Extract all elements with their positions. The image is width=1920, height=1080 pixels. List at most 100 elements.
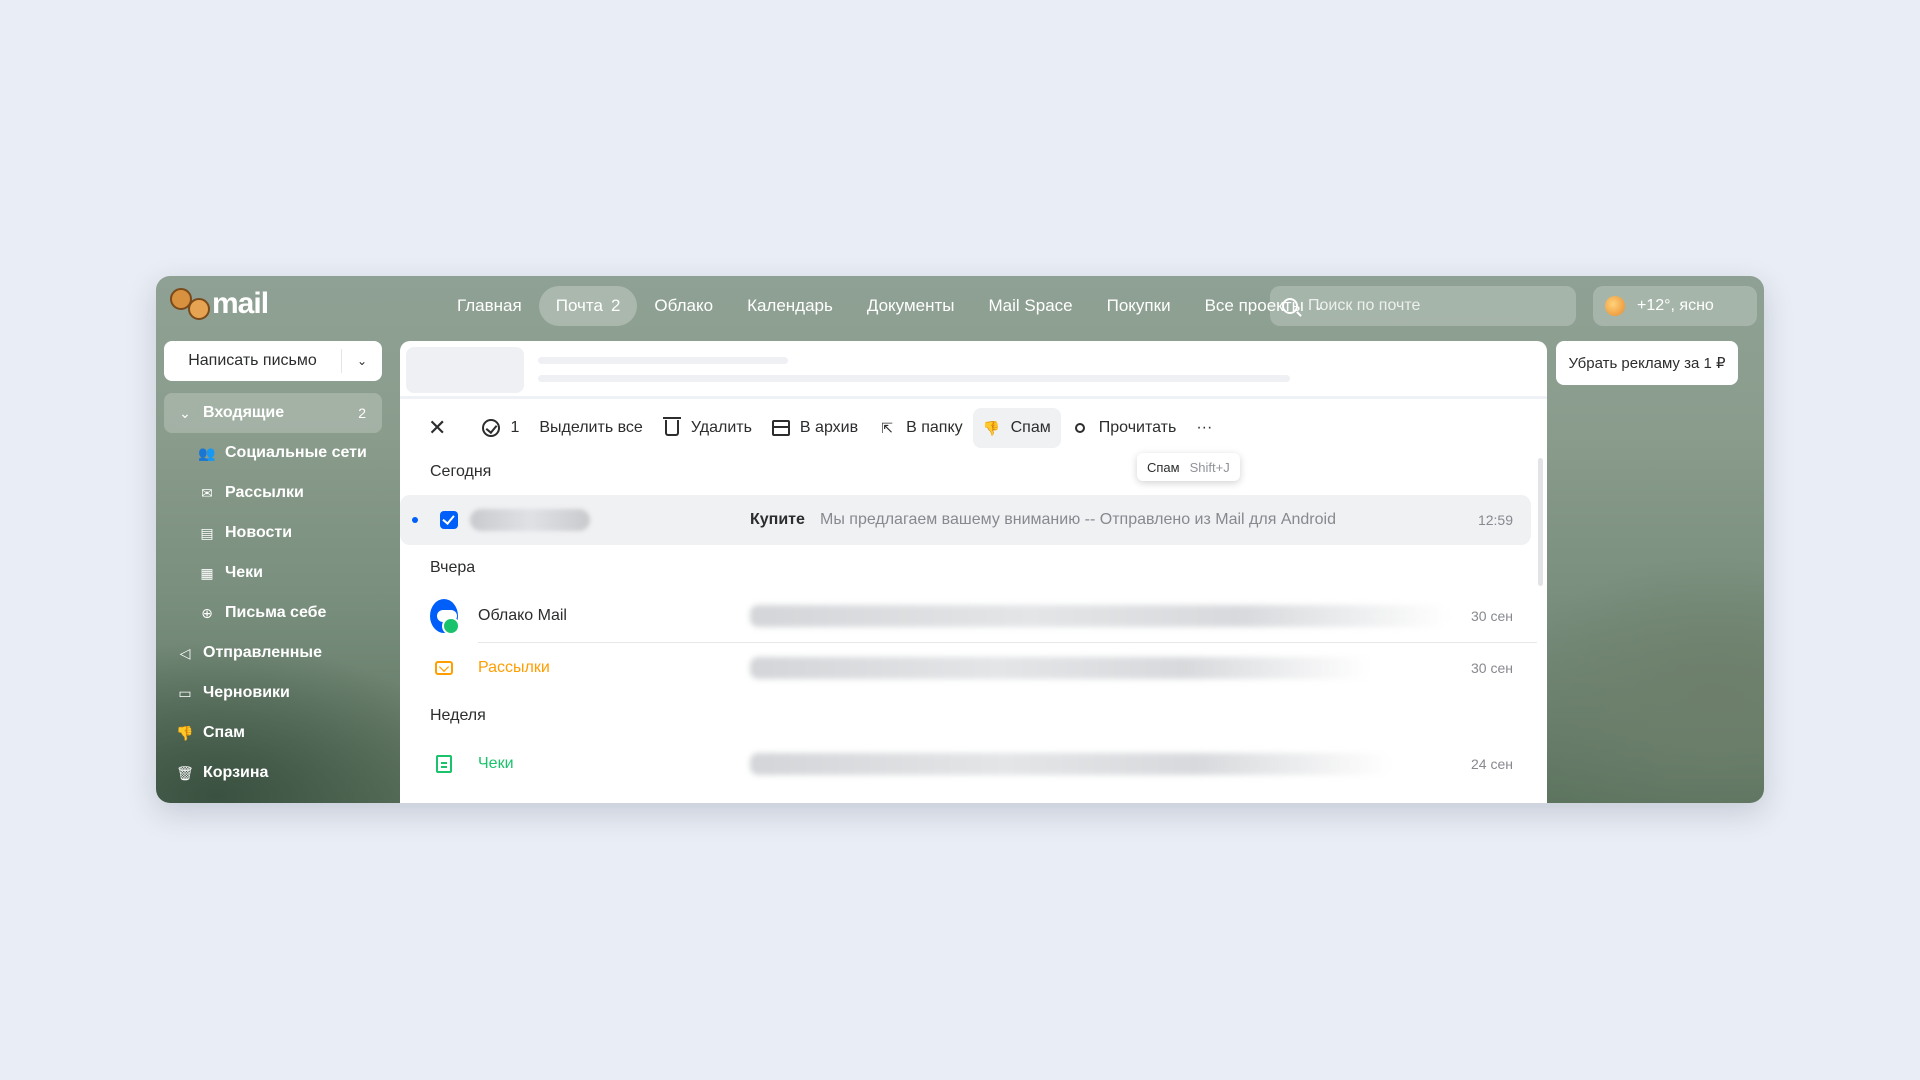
folder-label: Письма себе: [225, 604, 327, 621]
more-button[interactable]: ···: [1186, 408, 1222, 448]
move-to-folder-button[interactable]: ⇱ В папку: [868, 408, 973, 448]
folder-badge: 2: [358, 405, 366, 421]
ad-text-placeholder: [538, 357, 788, 364]
message-snippet-blurred: [750, 753, 1390, 775]
search-icon: [1282, 298, 1298, 314]
folder-label: Спам: [203, 724, 245, 741]
nav-label: Облако: [654, 296, 714, 315]
folder-inbox[interactable]: ⌄ Входящие 2: [164, 393, 382, 433]
folder-spam[interactable]: 👎 Спам: [164, 713, 382, 753]
folder-label: Рассылки: [225, 484, 304, 501]
button-label: В папку: [906, 419, 963, 436]
group-title-week: Неделя: [430, 707, 486, 724]
folder-label: Чеки: [225, 564, 263, 581]
button-label: Выделить все: [539, 419, 643, 436]
thumbs-down-icon: 👎: [982, 419, 1001, 436]
message-checkbox[interactable]: [440, 511, 458, 529]
message-list-panel: ✕ 1 Выделить все Удалить В архив ⇱ В пап…: [400, 341, 1547, 803]
folder-label: Черновики: [203, 684, 290, 701]
thumbs-down-icon: 👎: [176, 724, 194, 741]
message-sender: Чеки: [478, 755, 514, 772]
message-subject: Купите: [750, 511, 805, 528]
nav-documents[interactable]: Документы: [850, 286, 972, 326]
nav-mail-space[interactable]: Mail Space: [972, 286, 1090, 326]
message-row[interactable]: Чеки 24 сен: [400, 739, 1531, 789]
close-icon[interactable]: ✕: [428, 415, 456, 441]
spam-button[interactable]: 👎 Спам: [972, 408, 1061, 448]
message-row[interactable]: Рассылки 30 сен: [400, 643, 1531, 693]
group-title-today: Сегодня: [430, 463, 492, 480]
draft-icon: ▭: [178, 684, 192, 701]
ad-image-placeholder: [406, 347, 524, 393]
spam-tooltip: Спам Shift+J: [1137, 453, 1240, 481]
button-label: Удалить: [690, 419, 752, 436]
receipt-icon: [430, 750, 458, 778]
trash-icon: [662, 417, 681, 436]
nav-count: 2: [610, 296, 621, 315]
send-icon: ◁: [179, 644, 191, 661]
compose-button-group: Написать письмо ⌄: [164, 341, 382, 381]
count-label: 1: [510, 419, 520, 436]
compose-button[interactable]: Написать письмо: [164, 352, 341, 370]
remove-ad-button[interactable]: Убрать рекламу за 1 ₽: [1556, 341, 1738, 385]
unread-dot[interactable]: [412, 517, 418, 523]
news-icon: ▤: [200, 524, 214, 541]
message-time: 24 сен: [1471, 756, 1513, 772]
nav-calendar[interactable]: Календарь: [730, 286, 850, 326]
select-all-button[interactable]: Выделить все: [529, 408, 652, 448]
message-row[interactable]: Купите Мы предлагаем вашему вниманию -- …: [400, 495, 1531, 545]
nav-label: Покупки: [1106, 296, 1171, 315]
mark-read-button[interactable]: Прочитать: [1061, 408, 1187, 448]
search-box[interactable]: [1270, 286, 1576, 326]
chevron-down-icon[interactable]: ⌄: [176, 405, 194, 422]
nav-mail[interactable]: Почта 2: [538, 286, 638, 326]
folder-label: Отправленные: [203, 644, 322, 661]
logo-text: mail: [212, 287, 269, 320]
chevron-down-icon[interactable]: ⌄: [342, 354, 382, 368]
folder-move-icon: ⇱: [881, 419, 893, 436]
button-label: Прочитать: [1098, 419, 1177, 436]
message-time: 30 сен: [1471, 660, 1513, 676]
archive-button[interactable]: В архив: [762, 408, 868, 448]
receipt-icon: ▦: [200, 564, 214, 581]
nav-home[interactable]: Главная: [440, 286, 539, 326]
message-sender: Рассылки: [478, 659, 550, 676]
folder-list: ⌄ Входящие 2 👥 Социальные сети ✉ Рассылк…: [164, 393, 382, 793]
folder-social[interactable]: 👥 Социальные сети: [164, 433, 382, 473]
mail-window: mail Главная Почта 2 Облако Календарь Док…: [156, 276, 1764, 803]
search-input[interactable]: [1308, 297, 1548, 315]
message-snippet: Мы предлагаем вашему вниманию -- Отправл…: [820, 511, 1336, 528]
message-row[interactable]: Облако Mail 30 сен: [400, 591, 1531, 641]
folder-trash[interactable]: 🗑 Корзина: [164, 753, 382, 793]
folder-newsletters[interactable]: ✉ Рассылки: [164, 473, 382, 513]
message-sender: Облако Mail: [478, 607, 567, 624]
nav-shopping[interactable]: Покупки: [1090, 286, 1188, 326]
folder-news[interactable]: ▤ Новости: [164, 513, 382, 553]
envelope-icon: [430, 654, 458, 682]
nav-label: Mail Space: [988, 296, 1073, 315]
delete-button[interactable]: Удалить: [653, 408, 762, 448]
selected-count[interactable]: 1: [472, 408, 529, 448]
top-bar: mail Главная Почта 2 Облако Календарь Док…: [156, 276, 1764, 340]
check-circle-icon: [482, 419, 501, 437]
nav-cloud[interactable]: Облако: [637, 286, 730, 326]
weather-text: +12°, ясно: [1637, 297, 1714, 314]
archive-icon: [771, 420, 790, 436]
people-icon: 👥: [198, 444, 216, 461]
weather-widget[interactable]: +12°, ясно: [1593, 286, 1757, 326]
folder-drafts[interactable]: ▭ Черновики: [164, 673, 382, 713]
nav-label: Календарь: [747, 296, 833, 315]
folder-to-self[interactable]: ⊕ Письма себе: [164, 593, 382, 633]
folder-label: Корзина: [203, 764, 269, 781]
button-label: В архив: [799, 419, 859, 436]
folder-sent[interactable]: ◁ Отправленные: [164, 633, 382, 673]
sender-name-blurred: [470, 509, 590, 531]
message-snippet-blurred: [750, 657, 1370, 679]
logo[interactable]: mail: [166, 284, 269, 324]
more-icon: ···: [1196, 419, 1213, 436]
folder-label: Входящие: [203, 404, 285, 421]
group-title-yesterday: Вчера: [430, 559, 476, 576]
folder-receipts[interactable]: ▦ Чеки: [164, 553, 382, 593]
scrollbar[interactable]: [1538, 458, 1543, 586]
ad-text-placeholder: [538, 375, 1290, 382]
